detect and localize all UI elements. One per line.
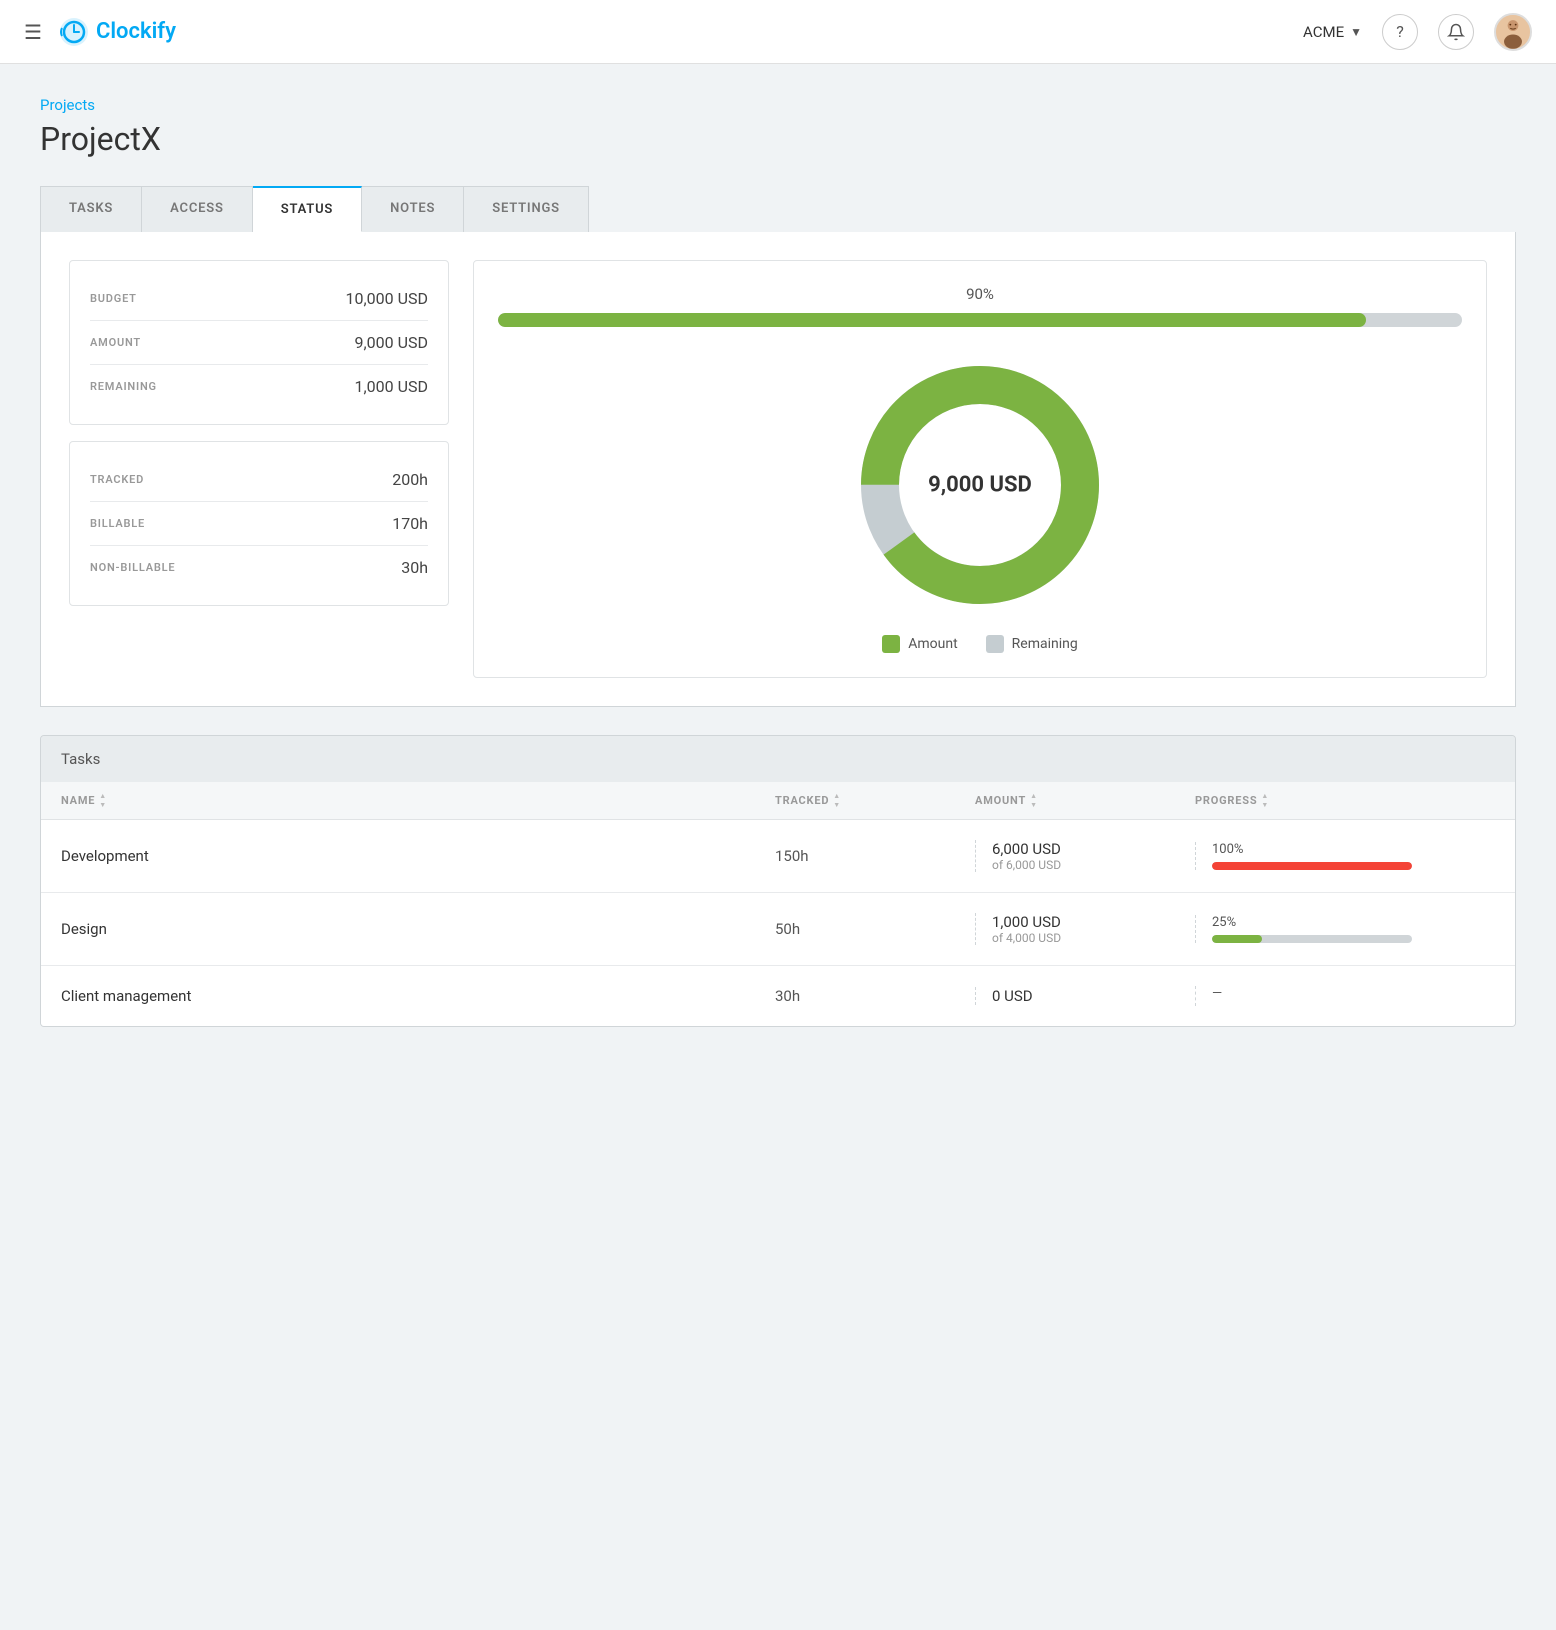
main-panel: BUDGET 10,000 USD AMOUNT 9,000 USD REMAI…	[40, 232, 1516, 707]
col-header-tracked: TRACKED	[775, 792, 975, 809]
tracked-label: TRACKED	[90, 473, 144, 486]
amount-row: AMOUNT 9,000 USD	[90, 321, 428, 365]
progress-bar	[498, 313, 1462, 327]
avatar[interactable]	[1494, 13, 1532, 51]
remaining-value: 1,000 USD	[355, 377, 428, 396]
task-progress: —	[1195, 986, 1495, 1006]
tab-access[interactable]: ACCESS	[142, 186, 253, 232]
legend-amount-label: Amount	[908, 636, 957, 652]
time-card: TRACKED 200h BILLABLE 170h NON-BILLABLE …	[69, 441, 449, 606]
task-progress-label: 100%	[1212, 842, 1495, 857]
content: Projects ProjectX TASKS ACCESS STATUS NO…	[0, 64, 1556, 1059]
task-progress-fill	[1212, 935, 1262, 943]
budget-card: BUDGET 10,000 USD AMOUNT 9,000 USD REMAI…	[69, 260, 449, 425]
billable-row: BILLABLE 170h	[90, 502, 428, 546]
logo-text: Clockify	[96, 19, 176, 44]
task-tracked: 30h	[775, 987, 975, 1005]
workspace-name: ACME	[1303, 23, 1344, 41]
header-right: ACME ▼ ?	[1303, 13, 1532, 51]
legend-remaining-color	[986, 635, 1004, 653]
task-progress-fill	[1212, 862, 1412, 870]
donut-center-value: 9,000 USD	[928, 473, 1032, 498]
tracked-row: TRACKED 200h	[90, 458, 428, 502]
header: ☰ Clockify ACME ▼ ?	[0, 0, 1556, 64]
tasks-section: Tasks NAME TRACKED AMOUNT PROGRESS Devel…	[40, 735, 1516, 1027]
billable-label: BILLABLE	[90, 517, 145, 530]
task-progress-label: —	[1212, 986, 1495, 1001]
col-header-progress: PROGRESS	[1195, 792, 1495, 809]
breadcrumb[interactable]: Projects	[40, 96, 1516, 114]
task-amount-sub: of 4,000 USD	[992, 931, 1195, 945]
sort-amount-icon[interactable]	[1030, 792, 1038, 809]
task-amount-main: 1,000 USD	[992, 913, 1195, 931]
budget-value: 10,000 USD	[346, 289, 428, 308]
chart-legend: Amount Remaining	[882, 635, 1078, 653]
chevron-down-icon: ▼	[1350, 25, 1362, 39]
task-name: Client management	[61, 987, 775, 1005]
task-amount-main: 6,000 USD	[992, 840, 1195, 858]
budget-row: BUDGET 10,000 USD	[90, 277, 428, 321]
task-tracked: 50h	[775, 920, 975, 938]
tab-notes[interactable]: NOTES	[362, 186, 464, 232]
clockify-logo-icon	[58, 16, 90, 48]
task-name: Design	[61, 920, 775, 938]
help-icon[interactable]: ?	[1382, 14, 1418, 50]
remaining-label: REMAINING	[90, 380, 157, 393]
status-section: BUDGET 10,000 USD AMOUNT 9,000 USD REMAI…	[69, 260, 1487, 678]
sort-progress-icon[interactable]	[1261, 792, 1269, 809]
task-amount: 1,000 USD of 4,000 USD	[975, 913, 1195, 945]
status-left: BUDGET 10,000 USD AMOUNT 9,000 USD REMAI…	[69, 260, 449, 678]
non-billable-label: NON-BILLABLE	[90, 561, 175, 574]
non-billable-value: 30h	[401, 558, 428, 577]
amount-label: AMOUNT	[90, 336, 141, 349]
budget-label: BUDGET	[90, 292, 137, 305]
task-progress-bar	[1212, 862, 1412, 870]
percent-label: 90%	[966, 285, 994, 303]
tab-status[interactable]: STATUS	[253, 186, 362, 232]
donut-chart: 9,000 USD	[850, 355, 1110, 615]
legend-amount: Amount	[882, 635, 957, 653]
notification-icon[interactable]	[1438, 14, 1474, 50]
hamburger-icon[interactable]: ☰	[24, 20, 42, 44]
status-right: 90% 9,000 USD	[473, 260, 1487, 678]
legend-amount-color	[882, 635, 900, 653]
task-progress: 25%	[1195, 915, 1495, 943]
tracked-value: 200h	[392, 470, 428, 489]
task-amount: 6,000 USD of 6,000 USD	[975, 840, 1195, 872]
table-header: NAME TRACKED AMOUNT PROGRESS	[41, 782, 1515, 820]
task-amount-sub: of 6,000 USD	[992, 858, 1195, 872]
legend-remaining: Remaining	[986, 635, 1078, 653]
task-progress-bar	[1212, 935, 1412, 943]
task-amount: 0 USD	[975, 987, 1195, 1005]
billable-value: 170h	[392, 514, 428, 533]
task-name: Development	[61, 847, 775, 865]
sort-tracked-icon[interactable]	[833, 792, 841, 809]
col-header-amount: AMOUNT	[975, 792, 1195, 809]
table-row: Client management 30h 0 USD —	[41, 966, 1515, 1026]
workspace-selector[interactable]: ACME ▼	[1303, 23, 1362, 41]
non-billable-row: NON-BILLABLE 30h	[90, 546, 428, 589]
col-header-name: NAME	[61, 792, 775, 809]
amount-value: 9,000 USD	[355, 333, 428, 352]
sort-name-icon[interactable]	[99, 792, 107, 809]
tab-settings[interactable]: SETTINGS	[464, 186, 589, 232]
remaining-row: REMAINING 1,000 USD	[90, 365, 428, 408]
progress-bar-fill	[498, 313, 1366, 327]
tasks-section-header: Tasks	[41, 736, 1515, 782]
table-row: Design 50h 1,000 USD of 4,000 USD 25%	[41, 893, 1515, 966]
tabs: TASKS ACCESS STATUS NOTES SETTINGS	[40, 186, 1516, 232]
task-progress-label: 25%	[1212, 915, 1495, 930]
page-title: ProjectX	[40, 120, 1516, 158]
task-amount-main: 0 USD	[992, 987, 1195, 1005]
task-tracked: 150h	[775, 847, 975, 865]
logo: Clockify	[58, 16, 176, 48]
table-row: Development 150h 6,000 USD of 6,000 USD …	[41, 820, 1515, 893]
tab-tasks[interactable]: TASKS	[40, 186, 142, 232]
task-progress: 100%	[1195, 842, 1495, 870]
legend-remaining-label: Remaining	[1012, 636, 1078, 652]
